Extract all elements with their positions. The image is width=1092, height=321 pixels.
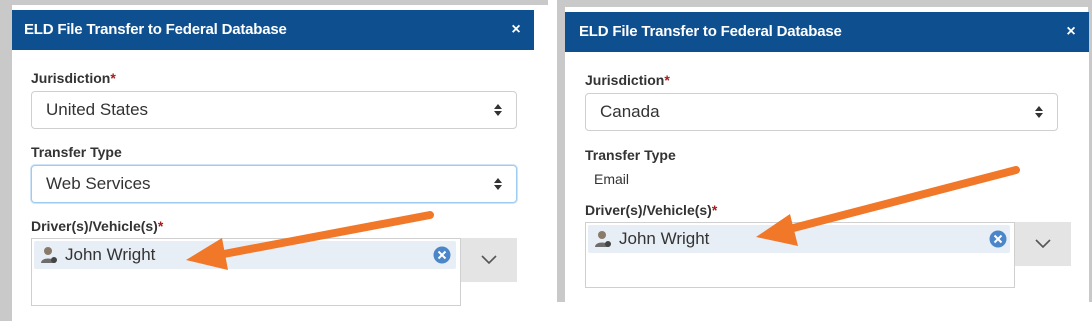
background-frame-left-top [0, 0, 548, 5]
driver-avatar-icon [595, 231, 611, 247]
remove-circle-icon[interactable] [433, 246, 451, 264]
transfer-type-label: Transfer Type [31, 144, 122, 160]
drivers-label-text: Driver(s)/Vehicle(s) [585, 202, 712, 218]
transfer-type-select-value: Web Services [46, 174, 151, 193]
jurisdiction-select[interactable]: United States [31, 91, 517, 129]
drivers-dropdown-button[interactable] [1015, 222, 1071, 266]
transfer-type-label: Transfer Type [585, 147, 676, 163]
jurisdiction-label: Jurisdiction* [31, 70, 116, 86]
jurisdiction-select-value: Canada [600, 102, 660, 121]
dialog-title: ELD File Transfer to Federal Database [579, 23, 842, 40]
background-frame-right-top [557, 0, 1092, 7]
required-marker: * [110, 70, 116, 86]
drivers-label: Driver(s)/Vehicle(s)* [31, 218, 163, 234]
left-dialog: ELD File Transfer to Federal Database × … [12, 10, 534, 321]
background-frame-left-side [0, 0, 12, 321]
selected-driver-chip: John Wright [34, 241, 456, 269]
jurisdiction-label: Jurisdiction* [585, 72, 670, 88]
close-icon[interactable]: × [508, 10, 524, 50]
select-arrows-icon [1035, 106, 1043, 118]
dialog-title: ELD File Transfer to Federal Database [24, 21, 287, 38]
selected-driver-chip: John Wright [588, 225, 1010, 253]
required-marker: * [711, 202, 718, 218]
transfer-type-value: Email [594, 171, 630, 187]
drivers-multiselect[interactable]: John Wright [31, 238, 461, 306]
background-frame-right-side [557, 0, 565, 302]
drivers-multiselect[interactable]: John Wright [585, 222, 1015, 288]
chevron-down-icon [481, 255, 497, 265]
required-marker: * [157, 218, 164, 234]
jurisdiction-select-value: United States [46, 100, 149, 119]
driver-avatar-icon [41, 247, 57, 263]
drivers-label-text: Driver(s)/Vehicle(s) [31, 218, 158, 234]
select-arrows-icon [494, 104, 502, 116]
close-icon[interactable]: × [1063, 12, 1079, 52]
selected-driver-label: John Wright [65, 245, 156, 264]
right-dialog: ELD File Transfer to Federal Database × … [565, 12, 1089, 302]
transfer-type-select[interactable]: Web Services [31, 165, 517, 203]
dialog-titlebar: ELD File Transfer to Federal Database × [565, 12, 1089, 52]
jurisdiction-label-text: Jurisdiction [585, 72, 665, 88]
required-marker: * [664, 72, 670, 88]
jurisdiction-select[interactable]: Canada [585, 93, 1058, 131]
jurisdiction-label-text: Jurisdiction [31, 70, 111, 86]
drivers-label: Driver(s)/Vehicle(s)* [585, 202, 717, 218]
chevron-down-icon [1035, 239, 1051, 249]
selected-driver-label: John Wright [619, 229, 710, 248]
dialog-titlebar: ELD File Transfer to Federal Database × [12, 10, 534, 50]
drivers-dropdown-button[interactable] [461, 238, 517, 282]
select-arrows-icon [494, 178, 502, 190]
remove-circle-icon[interactable] [989, 230, 1007, 248]
